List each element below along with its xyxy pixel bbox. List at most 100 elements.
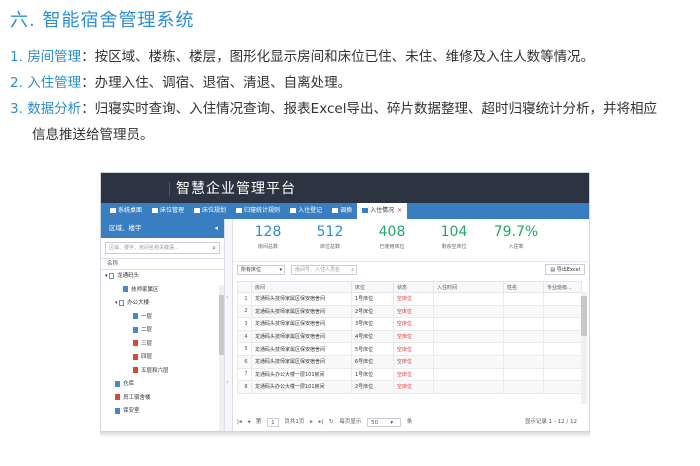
- cell-empty: [543, 367, 582, 382]
- tab-bed-planning[interactable]: 床位规划: [189, 203, 231, 219]
- cell-room: 龙通码头技师家属区保安宿舍间: [251, 317, 352, 331]
- cell-idx: 4: [237, 329, 252, 344]
- cell-empty: [433, 329, 504, 344]
- chevron-down-icon: ▾: [390, 419, 394, 426]
- tree-item[interactable]: 四层: [101, 351, 224, 365]
- table-row[interactable]: 5 龙通码头技师家属区保安宿舍间 5号床位 空床位: [237, 342, 582, 356]
- next-page-icon[interactable]: ▸: [310, 415, 313, 429]
- table-row[interactable]: 6 龙通码头技师家属区保安宿舍间 6号床位 空床位: [237, 354, 582, 369]
- cell-bed: 6号床位: [351, 354, 394, 369]
- tree-item[interactable]: 仓库: [101, 378, 224, 392]
- sidebar-scrollbar[interactable]: [219, 285, 224, 431]
- sidebar: 区域、楼宇 ◂ 区域、楼宇、房间名称关键语... ⌕ 名称 ▾ 龙通码头 技师家属区 ▾…: [101, 219, 225, 431]
- panel-splitter[interactable]: ‹ ‹: [225, 219, 233, 431]
- feature-number: 3.: [10, 101, 23, 117]
- feature-key: 数据分析: [27, 101, 82, 117]
- refresh-icon[interactable]: ↻: [329, 415, 334, 429]
- tab-bed-management[interactable]: 床位管理: [147, 203, 189, 219]
- table-row[interactable]: 4 龙通码头技师家属区保安宿舍间 4号床位 空床位: [237, 329, 582, 344]
- page-label: 第: [255, 419, 262, 425]
- chevron-left-icon[interactable]: ‹: [226, 294, 228, 301]
- cell-empty: [503, 292, 544, 306]
- col-header-status[interactable]: 状态: [393, 281, 434, 293]
- floor-icon: [133, 340, 138, 346]
- col-header-room[interactable]: 房间: [251, 281, 352, 293]
- cell-status: 空床位: [393, 304, 434, 319]
- tab-desktop[interactable]: 系统桌面: [105, 203, 147, 219]
- tree-item[interactable]: ▾ 办公大楼: [101, 297, 224, 311]
- cell-idx: 2: [237, 304, 252, 319]
- export-excel-button[interactable]: ▤ 导出Excel: [545, 264, 585, 275]
- gear-icon: [236, 208, 243, 213]
- app-shadow: [100, 432, 590, 438]
- stats-row: 128 房间总数 512 床位总数 408 已使用床位 104 剩余空床位 79.7% 入…: [233, 219, 589, 261]
- floor-icon: [133, 326, 138, 333]
- table-row[interactable]: 3 龙通码头技师家属区保安宿舍间 3号床位 空床位: [237, 317, 582, 331]
- collapse-icon[interactable]: ◂: [214, 219, 218, 238]
- home-icon: [110, 208, 116, 213]
- cell-status: 空床位: [393, 367, 434, 382]
- tree-item[interactable]: 一层: [101, 311, 224, 325]
- col-header-index: [237, 281, 252, 293]
- close-icon[interactable]: ×: [397, 207, 402, 214]
- cell-empty: [543, 304, 582, 319]
- tree-item-label: 四层: [141, 354, 153, 360]
- cell-status: 空床位: [393, 380, 434, 394]
- cell-empty: [433, 354, 504, 369]
- cell-bed: 1号床位: [351, 367, 394, 382]
- tab-swap[interactable]: 调换: [327, 203, 357, 219]
- tree-item[interactable]: 三层: [101, 338, 224, 352]
- table-scrollbar[interactable]: [581, 292, 587, 404]
- search-icon[interactable]: ⌕: [212, 243, 216, 254]
- tree-item[interactable]: 二层: [101, 324, 224, 338]
- cell-room: 龙通码头技师家属区保安宿舍间: [251, 304, 352, 319]
- tab-bar: 系统桌面 床位管理 床位规划 归寝统计规则 入住登记 调换 入住情况 ×: [101, 203, 589, 219]
- col-header-name[interactable]: 姓名: [503, 281, 544, 293]
- cell-empty: [543, 329, 582, 344]
- tree-item[interactable]: 五层和六层: [101, 365, 224, 379]
- chevron-left-icon[interactable]: ‹: [226, 379, 228, 386]
- tree-item[interactable]: 保安室: [101, 405, 224, 419]
- page-number-input[interactable]: 1: [267, 417, 279, 427]
- cell-idx: 8: [237, 380, 252, 394]
- table-row[interactable]: 2 龙通码头技师家属区保安宿舍间 2号床位 空床位: [237, 304, 582, 319]
- col-header-major-class[interactable]: 专业班级...: [543, 281, 582, 293]
- keyword-input[interactable]: 房间号、入住人员名 ⌕: [291, 265, 357, 275]
- cell-empty: [543, 342, 582, 356]
- cell-room: 龙通码头技师家属区保安宿舍间: [251, 354, 352, 369]
- cell-bed: 1号床位: [351, 292, 394, 306]
- feature-text: ：办理入住、调宿、退宿、清退、自离处理。: [81, 75, 352, 91]
- last-page-icon[interactable]: ▸|: [319, 415, 324, 429]
- table-header-row: 房间 床位 状态 入住时间 姓名 专业班级...: [237, 281, 582, 293]
- col-header-checkin-time[interactable]: 入住时间: [433, 281, 504, 293]
- stat-bed-free: 104 剩余空床位: [440, 224, 468, 250]
- bed-status-select[interactable]: 所有床位 ▾: [237, 265, 285, 275]
- tree-item[interactable]: 员工宿舍楼: [101, 392, 224, 406]
- cell-bed: 2号床位: [351, 380, 394, 394]
- cell-empty: [503, 304, 544, 319]
- first-page-icon[interactable]: |◂: [237, 415, 242, 429]
- tree-item[interactable]: 技师家属区: [101, 284, 224, 298]
- cell-idx: 7: [237, 367, 252, 382]
- feature-number: 1.: [10, 49, 23, 65]
- tab-checkin-register[interactable]: 入住登记: [285, 203, 327, 219]
- feature-item-analysis-cont: 信息推送给管理员。: [32, 127, 154, 143]
- tree-item-label: 二层: [141, 327, 153, 333]
- tree-item[interactable]: ▾ 龙通码头: [101, 270, 224, 284]
- table-row[interactable]: 7 龙通码头办公大楼一层101房间 1号床位 空床位: [237, 367, 582, 382]
- tab-return-rules[interactable]: 归寝统计规则: [231, 203, 285, 219]
- tab-occupancy[interactable]: 入住情况 ×: [357, 203, 408, 219]
- col-header-bed[interactable]: 床位: [351, 281, 394, 293]
- cell-empty: [543, 354, 582, 369]
- tree-search-input[interactable]: 区域、楼宇、房间名称关键语... ⌕: [105, 242, 220, 254]
- per-page-select[interactable]: 50 ▾: [367, 417, 402, 427]
- cell-room: 龙通码头技师家属区保安宿舍间: [251, 329, 352, 344]
- table-row[interactable]: 8 龙通码头办公大楼一层101房间 2号床位 空床位: [237, 380, 582, 394]
- main-panel: 128 房间总数 512 床位总数 408 已使用床位 104 剩余空床位 79.7% 入…: [233, 219, 589, 431]
- prev-page-icon[interactable]: ◂: [247, 415, 250, 429]
- cell-empty: [543, 317, 582, 331]
- area-tree: ▾ 龙通码头 技师家属区 ▾ 办公大楼 一层二层三层四层五层和六层 仓库 员工宿舍楼 保安室: [101, 270, 224, 419]
- cell-idx: 1: [237, 292, 252, 306]
- table-row[interactable]: 1 龙通码头技师家属区保安宿舍间 1号床位 空床位: [237, 292, 582, 306]
- search-icon[interactable]: ⌕: [351, 266, 354, 275]
